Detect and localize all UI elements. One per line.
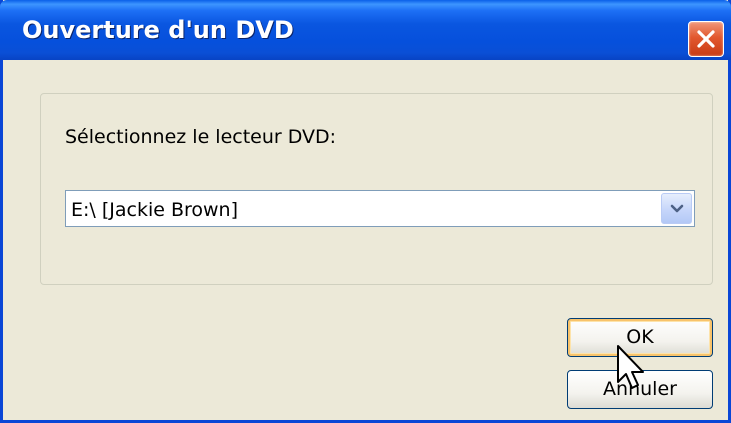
dropdown-button[interactable] <box>661 193 692 224</box>
close-icon <box>697 30 715 48</box>
window-title: Ouverture d'un DVD <box>22 16 294 44</box>
dvd-open-dialog: Ouverture d'un DVD Sélectionnez le lecte… <box>0 0 731 423</box>
drive-group-box <box>40 93 713 285</box>
drive-prompt-label: Sélectionnez le lecteur DVD: <box>65 126 337 148</box>
dvd-drive-select-value: E:\ [Jackie Brown] <box>71 199 239 221</box>
chevron-down-icon <box>670 204 684 213</box>
title-bar[interactable]: Ouverture d'un DVD <box>0 0 731 60</box>
mouse-pointer-icon <box>617 345 644 389</box>
close-button[interactable] <box>688 21 724 57</box>
dvd-drive-select[interactable]: E:\ [Jackie Brown] <box>65 190 695 227</box>
